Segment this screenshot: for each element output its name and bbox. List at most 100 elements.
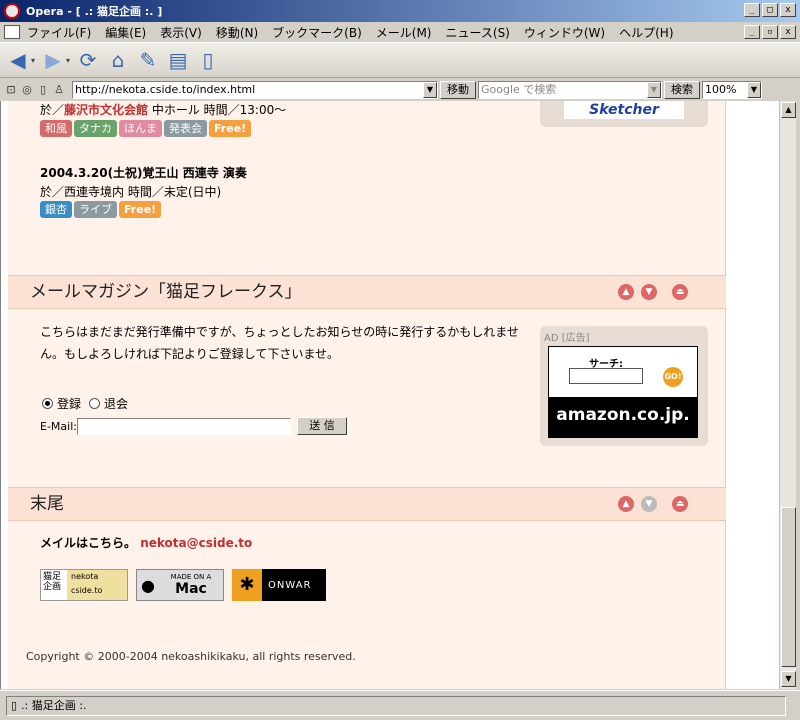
minimize-button[interactable]: _ xyxy=(744,3,760,17)
menu-view[interactable]: 表示(V) xyxy=(153,24,209,41)
apple-icon: ● xyxy=(141,575,155,595)
email-row: E-Mail: 送 信 xyxy=(40,417,347,435)
doc-restore-button[interactable]: ▫ xyxy=(762,25,778,39)
tag-honma[interactable]: ほんま xyxy=(119,120,162,137)
doc-minimize-button[interactable]: _ xyxy=(744,25,760,39)
scroll-thumb[interactable] xyxy=(781,507,796,667)
window-title: Opera - [ .: 猫足企画 :. ] xyxy=(26,5,163,18)
footer-section-header: 末尾 ▲ ▼ ⏏ xyxy=(8,487,726,521)
tag-free[interactable]: Free! xyxy=(119,201,162,218)
forward-arrow-icon[interactable]: ▶ xyxy=(41,48,65,72)
user-icon[interactable]: ♙ xyxy=(52,83,66,97)
tag-icho[interactable]: 銀杏 xyxy=(40,201,72,218)
tag-tanaka[interactable]: タナカ xyxy=(74,120,117,137)
mailmag-description: こちらはまだまだ発行準備中ですが、ちょっとしたお知らせの時に発行するかもしれませ… xyxy=(40,325,519,361)
url-dropdown-icon[interactable]: ▼ xyxy=(423,82,437,98)
search-placeholder: Google で検索 xyxy=(481,83,557,96)
maximize-button[interactable]: □ xyxy=(762,3,778,17)
amazon-ad[interactable]: サーチ: GO! amazon.co.jp. xyxy=(548,346,698,438)
menu-help[interactable]: ヘルプ(H) xyxy=(612,24,680,41)
zoom-value: 100% xyxy=(705,83,737,96)
status-bar: ▯ .: 猫足企画 :. xyxy=(0,690,800,720)
mailmag-section-header: メールマガジン「猫足フレークス」 ▲ ▼ ⏏ xyxy=(8,275,726,309)
tag-free[interactable]: Free! xyxy=(209,120,252,137)
security-icon[interactable]: ⊡ xyxy=(4,83,18,97)
zoom-dropdown-icon[interactable]: ▼ xyxy=(747,82,761,98)
amazon-logo[interactable]: amazon.co.jp. xyxy=(549,397,697,437)
email-label: E-Mail: xyxy=(40,419,77,433)
opera-logo-icon xyxy=(4,3,20,19)
search-input[interactable]: Google で検索 ▼ xyxy=(478,81,662,99)
menu-file[interactable]: ファイル(F) xyxy=(20,24,98,41)
section-top-icon[interactable]: ⏏ xyxy=(672,496,688,512)
menu-edit[interactable]: 編集(E) xyxy=(98,24,153,41)
search-button[interactable]: 検索 xyxy=(664,81,700,99)
section-up-icon[interactable]: ▲ xyxy=(618,496,634,512)
mail-link[interactable]: nekota@cside.to xyxy=(140,536,252,550)
title-bar: Opera - [ .: 猫足企画 :. ] _ □ x xyxy=(0,0,800,22)
venue-link[interactable]: 藤沢市文化会館 xyxy=(64,103,148,117)
url-text: http://nekota.cside.to/index.html xyxy=(75,83,256,96)
reload-icon[interactable]: ⟳ xyxy=(76,48,100,72)
mailmag-heading: メールマガジン「猫足フレークス」 xyxy=(30,282,302,302)
status-text: .: 猫足企画 :. xyxy=(21,698,87,712)
copyright: Copyright © 2000-2004 nekoashikikaku, al… xyxy=(26,650,356,663)
camera-icon[interactable]: ◎ xyxy=(20,83,34,97)
go-button[interactable]: 移動 xyxy=(440,81,476,99)
radio-unsubscribe[interactable] xyxy=(89,398,101,409)
scroll-up-icon[interactable]: ▲ xyxy=(781,102,796,118)
menu-navigate[interactable]: 移動(N) xyxy=(209,24,265,41)
url-input[interactable]: http://nekota.cside.to/index.html ▼ xyxy=(72,81,438,99)
sketcher-banner-box: Sketcher xyxy=(540,101,708,127)
tag-wafu[interactable]: 和風 xyxy=(40,120,72,137)
new-page-icon[interactable]: ▯ xyxy=(196,48,220,72)
nekota-badge[interactable]: 猫足企画 nekota cside.to xyxy=(40,569,128,601)
submit-button[interactable]: 送 信 xyxy=(296,417,347,435)
forward-dropdown-icon[interactable]: ▾ xyxy=(66,56,70,65)
page-viewport: 於／藤沢市文化会館 中ホール 時間／13:00～ 和風 タナカ ほんま 発表会 Free… xyxy=(0,101,779,689)
doc-close-button[interactable]: x xyxy=(780,25,796,39)
amazon-search-input[interactable] xyxy=(569,368,643,384)
menu-bookmarks[interactable]: ブックマーク(B) xyxy=(265,24,369,41)
radio-subscribe-label: 登録 xyxy=(57,397,82,411)
event-title: 2004.3.20(土祝)覚王山 西連寺 演奏 xyxy=(40,166,247,180)
section-top-icon[interactable]: ⏏ xyxy=(672,284,688,300)
mail-label: メイルはこちら。 xyxy=(40,536,137,550)
event-info: 於／西連寺境内 時間／未定(日中) xyxy=(40,185,222,199)
status-page-icon: ▯ xyxy=(11,698,18,712)
menu-news[interactable]: ニュース(S) xyxy=(438,24,516,41)
tag-happyokai[interactable]: 発表会 xyxy=(164,120,207,137)
section-down-icon[interactable]: ▼ xyxy=(641,284,657,300)
vertical-scrollbar[interactable]: ▲ ▼ xyxy=(779,101,796,689)
menu-mail[interactable]: メール(M) xyxy=(369,24,439,41)
menu-window[interactable]: ウィンドウ(W) xyxy=(517,24,612,41)
prev-event-venue: 於／藤沢市文化会館 中ホール 時間／13:00～ xyxy=(40,103,287,117)
zoom-select[interactable]: 100% ▼ xyxy=(702,81,762,99)
scroll-down-icon[interactable]: ▼ xyxy=(781,671,796,687)
made-on-mac-badge[interactable]: ● MADE ON A Mac xyxy=(136,569,224,601)
section-down-icon: ▼ xyxy=(641,496,657,512)
ad-box: AD [広告] サーチ: GO! amazon.co.jp. xyxy=(540,326,708,446)
page-content: 於／藤沢市文化会館 中ホール 時間／13:00～ 和風 タナカ ほんま 発表会 Free… xyxy=(8,101,726,689)
amazon-go-button[interactable]: GO! xyxy=(663,367,683,387)
sketcher-banner[interactable]: Sketcher xyxy=(564,101,684,119)
close-button[interactable]: x xyxy=(780,3,796,17)
print-icon[interactable]: ▤ xyxy=(166,48,190,72)
radio-subscribe[interactable] xyxy=(42,398,53,409)
badges: 猫足企画 nekota cside.to ● MADE ON A Mac ✱ O… xyxy=(40,569,340,603)
tag-live[interactable]: ライブ xyxy=(74,201,117,218)
onwar-logo-icon: ✱ xyxy=(232,569,262,601)
onwar-badge[interactable]: ✱ ONWAR xyxy=(232,569,326,601)
mail-contact: メイルはこちら。 nekota@cside.to xyxy=(40,534,252,551)
hotlist-icon[interactable]: ✎ xyxy=(136,48,160,72)
page-icon[interactable]: ▯ xyxy=(36,83,50,97)
navigation-toolbar: ◀ ▾ ▶ ▾ ⟳ ⌂ ✎ ▤ ▯ xyxy=(0,42,800,78)
home-icon[interactable]: ⌂ xyxy=(106,48,130,72)
menu-bar: ファイル(F) 編集(E) 表示(V) 移動(N) ブックマーク(B) メール(… xyxy=(0,22,800,42)
search-dropdown-icon[interactable]: ▼ xyxy=(647,82,661,98)
section-up-icon[interactable]: ▲ xyxy=(618,284,634,300)
back-dropdown-icon[interactable]: ▾ xyxy=(31,56,35,65)
email-field[interactable] xyxy=(76,417,291,435)
address-bar: ⊡ ◎ ▯ ♙ http://nekota.cside.to/index.htm… xyxy=(0,79,800,101)
back-arrow-icon[interactable]: ◀ xyxy=(6,48,30,72)
